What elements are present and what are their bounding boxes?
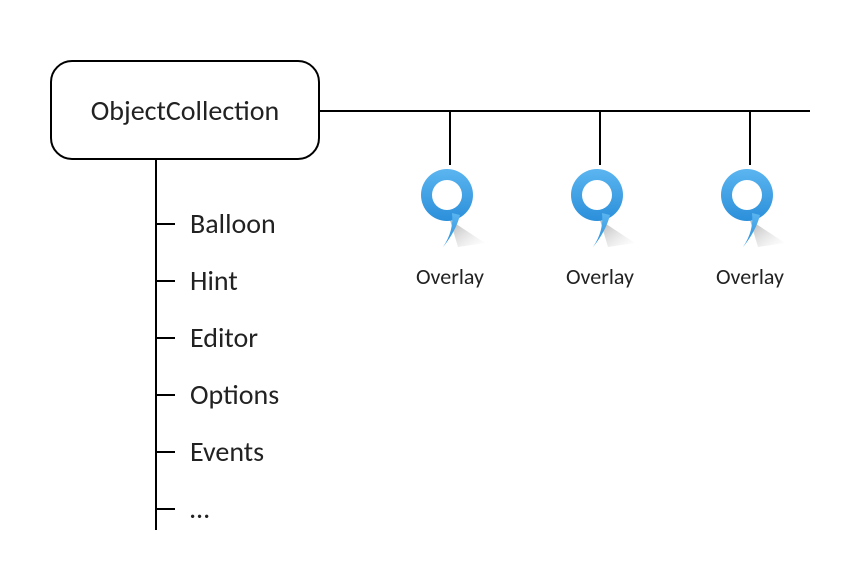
overlay-label: Overlay [566,263,634,290]
connector-stub [449,110,451,165]
connector-tick [155,280,175,282]
child-label: Balloon [190,206,276,241]
list-item: … [155,480,279,537]
connector-tick [155,451,175,453]
connector-tick [155,337,175,339]
overlay-label: Overlay [716,263,784,290]
child-label: Hint [190,263,238,298]
list-item: Events [155,423,279,480]
overlay-node: Overlay [410,110,490,290]
root-node: ObjectCollection [50,60,320,160]
pin-icon [410,165,490,255]
child-label: Editor [190,320,258,355]
overlay-node: Overlay [710,110,790,290]
list-item: Editor [155,309,279,366]
overlays-container: Overlay Ove [410,110,790,290]
overlay-label: Overlay [416,263,484,290]
pin-icon [710,165,790,255]
list-item: Hint [155,252,279,309]
overlay-node: Overlay [560,110,640,290]
children-list: Balloon Hint Editor Options Events … [155,195,279,537]
connector-tick [155,223,175,225]
list-item: Balloon [155,195,279,252]
pin-icon [560,165,640,255]
connector-tick [155,508,175,510]
child-label: … [190,491,209,526]
list-item: Options [155,366,279,423]
connector-stub [599,110,601,165]
root-label: ObjectCollection [91,93,280,128]
connector-tick [155,394,175,396]
child-label: Events [190,434,264,469]
connector-stub [749,110,751,165]
child-label: Options [190,377,279,412]
